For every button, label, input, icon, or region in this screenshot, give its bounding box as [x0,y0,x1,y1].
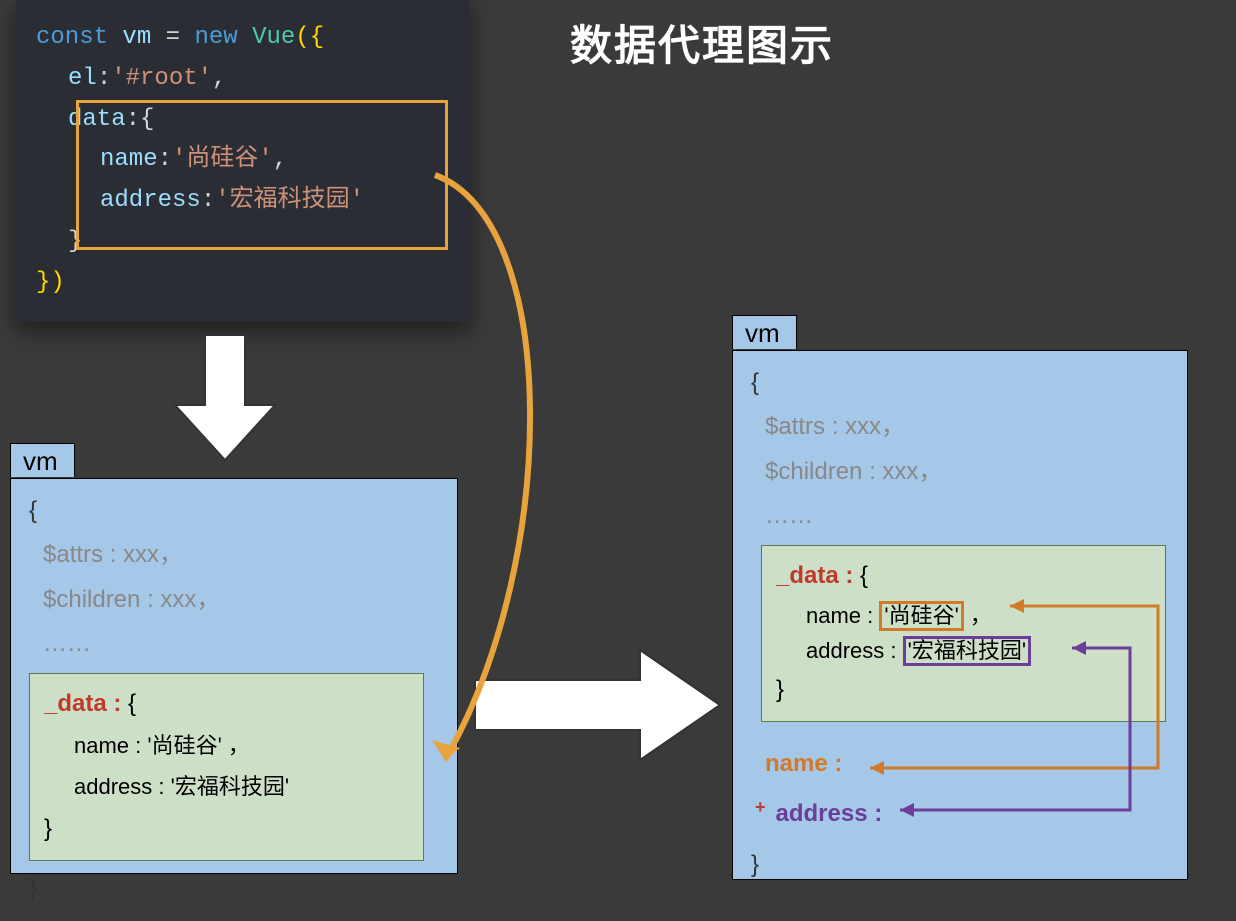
vm-box-right: vm { $attrs : xxx， $children : xxx， …… _… [732,350,1188,880]
name-val-r: '尚硅谷' [879,601,963,631]
attrs-line-r: $attrs : xxx， [751,405,1169,449]
vm-tab-right: vm [732,315,797,349]
prop-address: address [100,187,201,214]
str-el: '#root' [111,65,212,92]
arrow-right-icon [475,650,720,760]
brace-open-r: { [751,361,1169,405]
brace-close-r: } [751,843,1169,887]
arrow-down-icon [175,335,275,460]
code-block: const vm = new Vue({ el:'#root', data:{ … [16,0,470,322]
address-val: '宏福科技园' [171,774,289,799]
data-close-r: } [776,668,1151,712]
name-key-r: name : [806,603,873,628]
prop-name: name [100,146,158,173]
name-comma: ， [228,733,250,758]
var-vm: vm [122,24,151,51]
proxy-name-label: name : [765,750,842,777]
data-box-right: _data : { name : '尚硅谷' ， address : '宏福科技… [761,545,1166,722]
data-close: } [44,807,409,851]
diagram-title: 数据代理图示 [570,12,834,73]
address-val-r: '宏福科技园' [903,636,1031,666]
data-open-r: { [860,562,868,589]
kw-new: new [194,24,237,51]
plus-icon: + [755,797,766,817]
children-line: $children : xxx， [29,578,439,622]
ellipsis-line-r: …… [751,494,1169,538]
children-line-r: $children : xxx， [751,450,1169,494]
brace-open: { [29,489,439,533]
attrs-line: $attrs : xxx， [29,533,439,577]
prop-data: data [68,106,126,133]
op-eq: = [166,24,180,51]
kw-const: const [36,24,108,51]
name-comma-r: ， [970,603,992,628]
name-key: name : [74,733,141,758]
vm-tab-left: vm [10,443,75,477]
name-val: '尚硅谷' [147,733,221,758]
address-key-r: address : [806,638,897,663]
data-key: _data : [44,690,121,717]
brace-close: } [29,867,439,911]
lparen: ({ [295,24,324,51]
str-address: '宏福科技园' [215,187,364,214]
str-name: '尚硅谷' [172,146,273,173]
proxy-address-label: address : [776,800,883,827]
data-open: { [128,690,136,717]
prop-el: el [68,65,97,92]
address-key: address : [74,774,165,799]
data-box-left: _data : { name : '尚硅谷' ， address : '宏福科技… [29,673,424,861]
vm-box-left: vm { $attrs : xxx， $children : xxx， …… _… [10,478,458,874]
cls-vue: Vue [252,24,295,51]
rparen: }) [36,269,65,296]
ellipsis-line: …… [29,622,439,666]
data-key-r: _data : [776,562,853,589]
